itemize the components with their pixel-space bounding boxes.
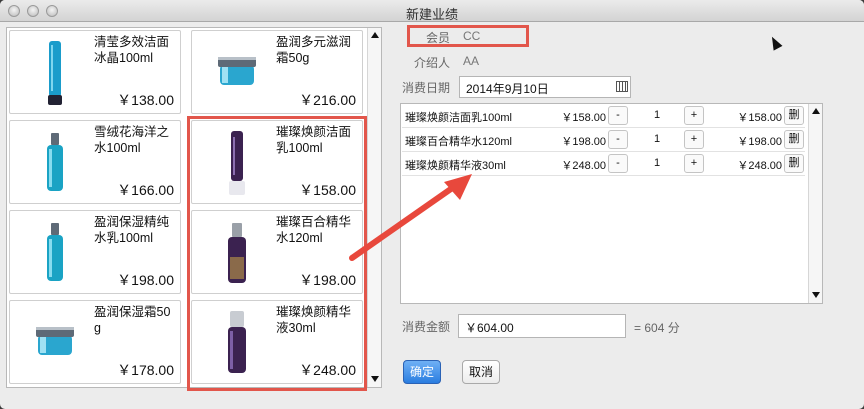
date-value: 2014年9月10日 xyxy=(466,82,549,96)
product-card[interactable]: 盈润保湿精纯水乳100ml ￥198.00 xyxy=(9,210,181,294)
decrease-qty-button[interactable]: - xyxy=(608,130,628,149)
product-name: 盈润保湿精纯水乳100ml xyxy=(94,215,170,245)
order-item-qty[interactable]: 1 xyxy=(626,133,688,145)
product-name: 璀璨焕颜精华液30ml xyxy=(276,305,352,335)
cancel-button[interactable]: 取消 xyxy=(462,360,500,384)
member-value[interactable]: CC xyxy=(463,29,480,43)
product-price: ￥138.00 xyxy=(117,92,174,108)
confirm-button[interactable]: 确定 xyxy=(403,360,441,384)
referrer-value[interactable]: AA xyxy=(463,54,479,68)
purple-pump-bottle-image xyxy=(228,311,246,373)
decrease-qty-button[interactable]: - xyxy=(608,106,628,125)
product-name: 盈润多元滋润霜50g xyxy=(276,35,352,65)
title-bar: 新建业绩 xyxy=(0,0,864,22)
product-card[interactable]: 盈润保湿霜50g ￥178.00 xyxy=(9,300,181,384)
order-row: 璀璨百合精华水120ml ￥198.00 - 1 + ￥198.00 删 xyxy=(402,128,805,152)
points-text: = 604 分 xyxy=(634,321,680,335)
product-card[interactable]: 盈润多元滋润霜50g ￥216.00 xyxy=(191,30,363,114)
scroll-down-icon[interactable] xyxy=(371,376,379,382)
increase-qty-button[interactable]: + xyxy=(684,130,704,149)
product-card[interactable]: 璀璨百合精华水120ml ￥198.00 xyxy=(191,210,363,294)
product-card[interactable]: 雪绒花海洋之水100ml ￥166.00 xyxy=(9,120,181,204)
scroll-up-icon[interactable] xyxy=(371,32,379,38)
order-item-qty[interactable]: 1 xyxy=(626,157,688,169)
product-price: ￥216.00 xyxy=(299,92,356,108)
cream-jar-image xyxy=(218,57,256,85)
product-name: 清莹多效洁面冰晶100ml xyxy=(94,35,170,65)
delete-item-button[interactable]: 删 xyxy=(784,154,804,173)
order-item-total: ￥158.00 xyxy=(737,112,782,124)
cleanser-tube-image xyxy=(48,41,62,105)
new-performance-window: 新建业绩 清莹多效洁面冰晶100ml ￥138.00 盈润多元滋润霜50g ￥2… xyxy=(0,0,864,409)
order-item-price: ￥158.00 xyxy=(561,112,606,124)
order-item-qty[interactable]: 1 xyxy=(626,109,688,121)
mouse-cursor-icon xyxy=(767,34,783,51)
delete-item-button[interactable]: 删 xyxy=(784,130,804,149)
toner-bottle-image xyxy=(47,133,63,191)
increase-qty-button[interactable]: + xyxy=(684,154,704,173)
product-price: ￥198.00 xyxy=(299,272,356,288)
purple-cleanser-tube-image xyxy=(229,131,245,195)
order-scrollbar[interactable] xyxy=(808,104,822,303)
order-item-price: ￥198.00 xyxy=(561,136,606,148)
window-title: 新建业绩 xyxy=(405,7,458,22)
order-item-price: ￥248.00 xyxy=(561,160,606,172)
member-label: 会员 xyxy=(426,31,451,45)
product-price: ￥198.00 xyxy=(117,272,174,288)
amount-field[interactable]: ￥604.00 xyxy=(458,314,626,338)
lotion-bottle-image xyxy=(47,223,63,281)
product-card[interactable]: 璀璨焕颜洁面乳100ml ￥158.00 xyxy=(191,120,363,204)
decrease-qty-button[interactable]: - xyxy=(608,154,628,173)
referrer-label: 介绍人 xyxy=(414,56,451,70)
annotation-arrow xyxy=(349,174,472,261)
product-card[interactable]: 清莹多效洁面冰晶100ml ￥138.00 xyxy=(9,30,181,114)
product-card[interactable]: 璀璨焕颜精华液30ml ￥248.00 xyxy=(191,300,363,384)
order-item-name: 璀璨焕颜洁面乳100ml xyxy=(405,112,512,124)
purple-essence-bottle-image xyxy=(228,223,246,283)
moisture-cream-jar-image xyxy=(36,327,74,355)
amount-label: 消费金额 xyxy=(402,320,451,334)
scroll-down-icon[interactable] xyxy=(812,292,820,298)
product-name: 盈润保湿霜50g xyxy=(94,305,171,335)
increase-qty-button[interactable]: + xyxy=(684,106,704,125)
date-label: 消费日期 xyxy=(402,81,451,95)
product-price: ￥178.00 xyxy=(117,362,174,378)
scroll-up-icon[interactable] xyxy=(812,108,820,114)
order-row: 璀璨焕颜洁面乳100ml ￥158.00 - 1 + ￥158.00 删 xyxy=(402,104,805,128)
order-item-name: 璀璨百合精华水120ml xyxy=(405,136,512,148)
product-name: 璀璨焕颜洁面乳100ml xyxy=(276,125,352,155)
product-grid: 清莹多效洁面冰晶100ml ￥138.00 盈润多元滋润霜50g ￥216.00… xyxy=(6,27,382,388)
product-price: ￥248.00 xyxy=(299,362,356,378)
calendar-icon[interactable] xyxy=(616,81,628,92)
order-item-total: ￥198.00 xyxy=(737,136,782,148)
product-name: 雪绒花海洋之水100ml xyxy=(94,125,170,155)
delete-item-button[interactable]: 删 xyxy=(784,106,804,125)
product-price: ￥166.00 xyxy=(117,182,174,198)
date-field[interactable]: 2014年9月10日 xyxy=(459,76,631,98)
order-item-total: ￥248.00 xyxy=(737,160,782,172)
amount-value: ￥604.00 xyxy=(465,321,514,335)
